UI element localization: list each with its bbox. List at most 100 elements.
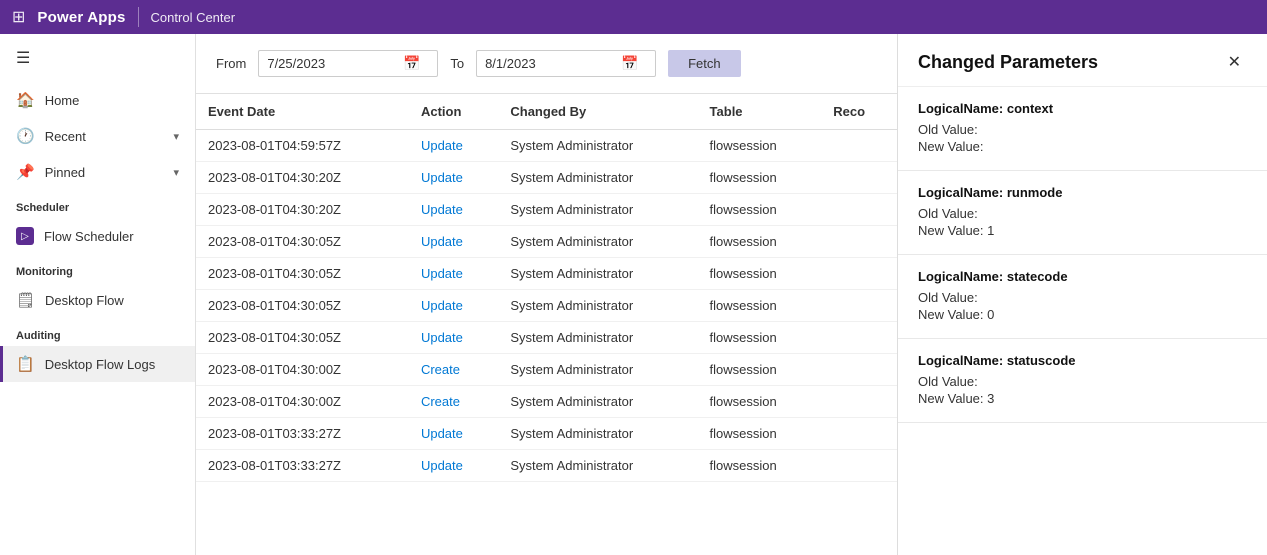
param-new-value: New Value: 3 xyxy=(918,391,1247,406)
to-label: To xyxy=(450,56,464,71)
cell-event-date: 2023-08-01T04:30:05Z xyxy=(196,226,409,258)
cell-changed-by: System Administrator xyxy=(498,258,697,290)
auditing-section-label: Auditing xyxy=(0,318,195,346)
cell-changed-by: System Administrator xyxy=(498,450,697,482)
cell-table: flowsession xyxy=(698,450,822,482)
table-row: 2023-08-01T04:30:05ZUpdateSystem Adminis… xyxy=(196,258,897,290)
param-group: LogicalName: statecode Old Value: New Valu… xyxy=(898,255,1267,339)
cell-reco xyxy=(821,290,897,322)
sidebar-item-label: Desktop Flow Logs xyxy=(45,357,156,372)
cell-table: flowsession xyxy=(698,354,822,386)
cell-action[interactable]: Update xyxy=(409,290,498,322)
cell-event-date: 2023-08-01T04:30:05Z xyxy=(196,258,409,290)
cell-action[interactable]: Update xyxy=(409,322,498,354)
sidebar: ☰ 🏠 Home 🕐 Recent ▾ 📌 Pinned ▾ Scheduler… xyxy=(0,34,196,555)
pin-icon: 📌 xyxy=(16,163,35,181)
hamburger-icon[interactable]: ☰ xyxy=(0,34,195,82)
chevron-down-icon: ▾ xyxy=(173,130,179,143)
from-date-input[interactable] xyxy=(267,56,397,71)
sidebar-item-recent[interactable]: 🕐 Recent ▾ xyxy=(0,118,195,154)
audit-table: Event Date Action Changed By Table Reco … xyxy=(196,94,897,482)
table-wrap: Event Date Action Changed By Table Reco … xyxy=(196,94,897,555)
cell-action[interactable]: Update xyxy=(409,130,498,162)
fetch-button[interactable]: Fetch xyxy=(668,50,741,77)
cell-reco xyxy=(821,162,897,194)
close-button[interactable]: ✕ xyxy=(1222,50,1247,74)
table-row: 2023-08-01T04:30:05ZUpdateSystem Adminis… xyxy=(196,322,897,354)
param-new-value: New Value: xyxy=(918,139,1247,154)
cell-reco xyxy=(821,418,897,450)
to-date-input-wrap[interactable]: 📅 xyxy=(476,50,656,77)
grid-icon[interactable]: ⊞ xyxy=(12,7,25,27)
table-row: 2023-08-01T04:59:57ZUpdateSystem Adminis… xyxy=(196,130,897,162)
topbar-divider xyxy=(138,7,139,27)
cell-action[interactable]: Create xyxy=(409,354,498,386)
cell-table: flowsession xyxy=(698,322,822,354)
sidebar-item-desktop-flow[interactable]: 🗒 Desktop Flow xyxy=(0,282,195,318)
cell-changed-by: System Administrator xyxy=(498,162,697,194)
param-old-value: Old Value: xyxy=(918,374,1247,389)
col-event-date: Event Date xyxy=(196,94,409,130)
param-old-value: Old Value: xyxy=(918,290,1247,305)
sidebar-item-home[interactable]: 🏠 Home xyxy=(0,82,195,118)
from-label: From xyxy=(216,56,246,71)
cell-table: flowsession xyxy=(698,386,822,418)
cell-event-date: 2023-08-01T04:30:00Z xyxy=(196,386,409,418)
cell-reco xyxy=(821,226,897,258)
sidebar-item-desktop-flow-logs[interactable]: 📋 Desktop Flow Logs xyxy=(0,346,195,382)
cell-action[interactable]: Update xyxy=(409,162,498,194)
cell-changed-by: System Administrator xyxy=(498,290,697,322)
sidebar-item-label: Desktop Flow xyxy=(45,293,124,308)
cell-action[interactable]: Update xyxy=(409,418,498,450)
cell-changed-by: System Administrator xyxy=(498,226,697,258)
cell-changed-by: System Administrator xyxy=(498,130,697,162)
to-date-input[interactable] xyxy=(485,56,615,71)
cell-reco xyxy=(821,450,897,482)
cell-event-date: 2023-08-01T04:59:57Z xyxy=(196,130,409,162)
sidebar-item-pinned[interactable]: 📌 Pinned ▾ xyxy=(0,154,195,190)
cell-action[interactable]: Update xyxy=(409,450,498,482)
param-name: LogicalName: context xyxy=(918,101,1247,116)
cell-event-date: 2023-08-01T04:30:00Z xyxy=(196,354,409,386)
content-area: From 📅 To 📅 Fetch Event Date Action Chan… xyxy=(196,34,897,555)
cell-table: flowsession xyxy=(698,290,822,322)
recent-icon: 🕐 xyxy=(16,127,35,145)
cell-changed-by: System Administrator xyxy=(498,354,697,386)
side-panel-title: Changed Parameters xyxy=(918,52,1098,73)
main-layout: ☰ 🏠 Home 🕐 Recent ▾ 📌 Pinned ▾ Scheduler… xyxy=(0,34,1267,555)
monitoring-section-label: Monitoring xyxy=(0,254,195,282)
topbar: ⊞ Power Apps Control Center xyxy=(0,0,1267,34)
sidebar-item-flow-scheduler[interactable]: ▷ Flow Scheduler xyxy=(0,218,195,254)
cell-event-date: 2023-08-01T04:30:20Z xyxy=(196,162,409,194)
cell-action[interactable]: Update xyxy=(409,194,498,226)
table-row: 2023-08-01T04:30:20ZUpdateSystem Adminis… xyxy=(196,194,897,226)
cell-event-date: 2023-08-01T04:30:05Z xyxy=(196,290,409,322)
param-name: LogicalName: runmode xyxy=(918,185,1247,200)
table-row: 2023-08-01T04:30:05ZUpdateSystem Adminis… xyxy=(196,290,897,322)
cell-changed-by: System Administrator xyxy=(498,386,697,418)
param-name: LogicalName: statuscode xyxy=(918,353,1247,368)
cell-event-date: 2023-08-01T03:33:27Z xyxy=(196,418,409,450)
cell-reco xyxy=(821,130,897,162)
param-name: LogicalName: statecode xyxy=(918,269,1247,284)
param-new-value: New Value: 0 xyxy=(918,307,1247,322)
desktop-flow-logs-icon: 📋 xyxy=(16,355,35,373)
table-row: 2023-08-01T03:33:27ZUpdateSystem Adminis… xyxy=(196,418,897,450)
table-row: 2023-08-01T04:30:00ZCreateSystem Adminis… xyxy=(196,386,897,418)
cell-action[interactable]: Update xyxy=(409,226,498,258)
cell-action[interactable]: Update xyxy=(409,258,498,290)
cell-table: flowsession xyxy=(698,418,822,450)
from-date-input-wrap[interactable]: 📅 xyxy=(258,50,438,77)
param-group: LogicalName: contextOld Value:New Value: xyxy=(898,87,1267,171)
sidebar-item-label: Pinned xyxy=(45,165,85,180)
calendar-icon-to[interactable]: 📅 xyxy=(621,55,638,72)
cell-reco xyxy=(821,322,897,354)
cell-table: flowsession xyxy=(698,162,822,194)
cell-action[interactable]: Create xyxy=(409,386,498,418)
calendar-icon-from[interactable]: 📅 xyxy=(403,55,420,72)
col-table: Table xyxy=(698,94,822,130)
param-group: LogicalName: runmodeOld Value:New Value:… xyxy=(898,171,1267,255)
cell-changed-by: System Administrator xyxy=(498,418,697,450)
cell-event-date: 2023-08-01T03:33:27Z xyxy=(196,450,409,482)
scheduler-section-label: Scheduler xyxy=(0,190,195,218)
